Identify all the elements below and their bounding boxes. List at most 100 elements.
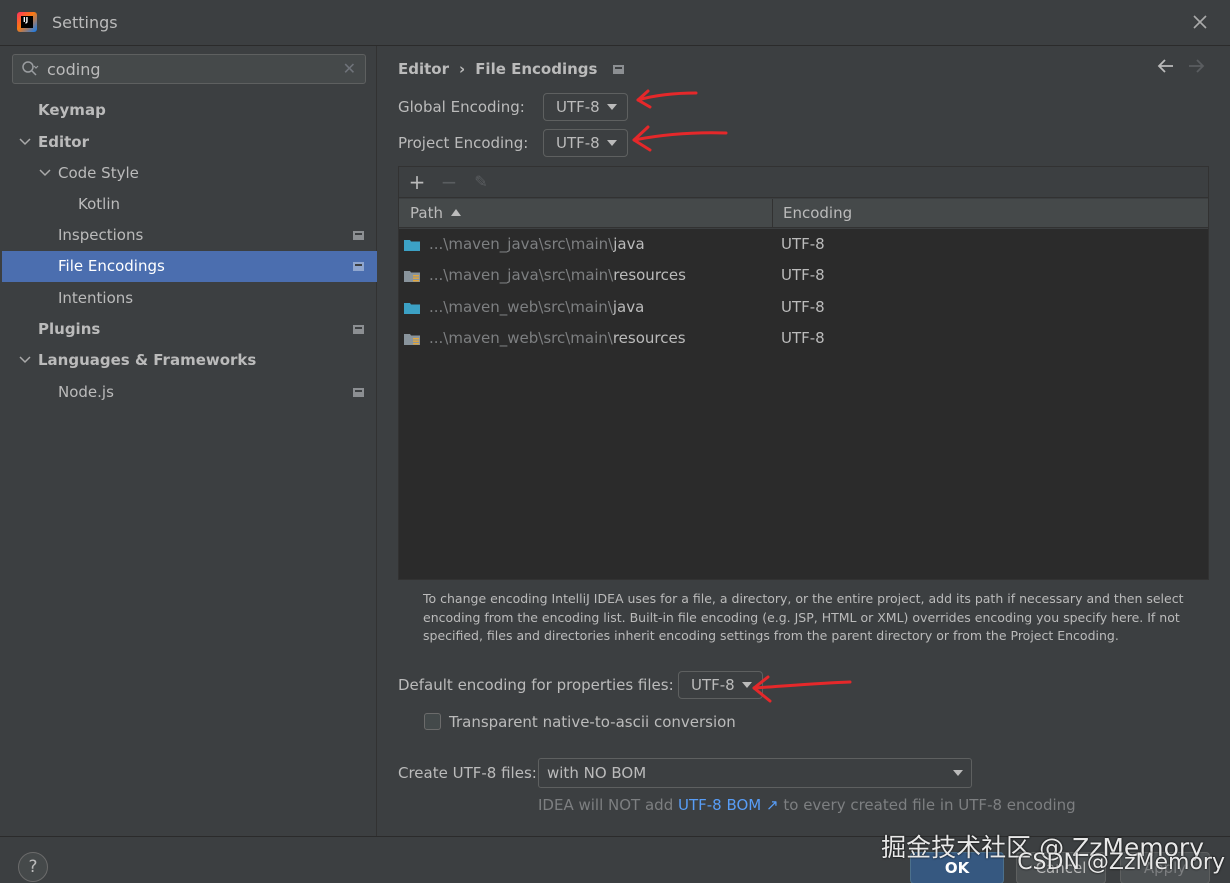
sidebar-item-label: File Encodings	[58, 257, 165, 275]
properties-encoding-label: Default encoding for properties files:	[398, 676, 674, 694]
path-leaf: java	[612, 298, 645, 316]
transparent-ascii-checkbox[interactable]	[424, 713, 441, 730]
project-scope-icon	[353, 231, 364, 240]
path-prefix: ...\maven_java\src\main\	[429, 266, 614, 284]
settings-content: Editor › File Encodings Global Encoding: U…	[378, 46, 1230, 836]
close-button[interactable]	[1188, 10, 1212, 34]
sidebar-item-intentions[interactable]: Intentions	[0, 283, 377, 314]
path-cell: ...\maven_java\src\main\resources	[429, 260, 686, 291]
sidebar-item-inspections[interactable]: Inspections	[0, 220, 377, 251]
encoding-cell[interactable]: UTF-8	[781, 292, 825, 323]
chevron-down-icon[interactable]	[38, 158, 52, 189]
project-scope-icon	[353, 262, 364, 271]
forward-arrow-icon[interactable]	[1186, 56, 1206, 81]
project-scope-icon	[353, 388, 364, 397]
search-icon	[22, 61, 39, 76]
sidebar-item-languages-frameworks[interactable]: Languages & Frameworks	[0, 345, 377, 376]
intellij-logo-icon: IJ	[17, 12, 37, 32]
path-cell: ...\maven_java\src\main\java	[429, 229, 645, 260]
source-folder-icon	[404, 240, 420, 251]
bom-combo[interactable]: with NO BOM	[538, 758, 972, 788]
window-title: Settings	[52, 13, 118, 32]
path-leaf: resources	[612, 329, 686, 347]
edit-path-button[interactable]: ✎	[469, 170, 493, 194]
table-header: Path Encoding	[399, 199, 1208, 228]
resources-folder-icon	[404, 334, 420, 345]
breadcrumb-current: File Encodings	[475, 60, 598, 78]
sidebar-item-code-style[interactable]: Code Style	[0, 158, 377, 189]
path-leaf: java	[613, 235, 645, 253]
table-row[interactable]: ...\maven_web\src\main\java UTF-8	[399, 292, 1208, 323]
encoding-cell[interactable]: UTF-8	[781, 260, 825, 291]
remove-path-button[interactable]: −	[437, 170, 461, 194]
close-icon	[1193, 15, 1207, 29]
chevron-down-icon[interactable]	[18, 127, 32, 158]
bom-value: with NO BOM	[547, 764, 647, 782]
apply-button[interactable]: Apply	[1120, 852, 1210, 883]
chevron-down-icon[interactable]	[18, 345, 32, 376]
settings-sidebar: ✕ Keymap Editor Code Style Kotlin Inspec…	[0, 46, 377, 836]
help-button[interactable]: ?	[18, 852, 48, 882]
path-prefix: ...\maven_web\src\main\	[429, 298, 613, 316]
dropdown-arrow-icon	[742, 682, 752, 688]
annotation-arrow-icon	[636, 89, 698, 109]
table-row[interactable]: ...\maven_web\src\main\resources UTF-8	[399, 323, 1208, 354]
search-box[interactable]: ✕	[12, 54, 366, 84]
create-utf8-label: Create UTF-8 files:	[398, 764, 537, 782]
dropdown-arrow-icon	[607, 140, 617, 146]
ok-button[interactable]: OK	[910, 852, 1004, 883]
global-encoding-label: Global Encoding:	[398, 98, 525, 116]
encoding-cell[interactable]: UTF-8	[781, 323, 825, 354]
table-toolbar: + − ✎	[399, 167, 1208, 198]
back-arrow-icon[interactable]	[1156, 56, 1176, 81]
annotation-arrow-icon	[752, 675, 852, 703]
sidebar-item-kotlin[interactable]: Kotlin	[0, 189, 377, 220]
add-path-button[interactable]: +	[405, 170, 429, 194]
sidebar-item-label: Intentions	[58, 289, 134, 307]
breadcrumb: Editor › File Encodings	[398, 60, 625, 78]
sidebar-item-keymap[interactable]: Keymap	[0, 95, 377, 126]
breadcrumb-parent[interactable]: Editor	[398, 60, 449, 78]
encoding-column-header[interactable]: Encoding	[774, 199, 1208, 228]
search-input[interactable]	[47, 59, 337, 79]
global-encoding-value: UTF-8	[556, 98, 600, 116]
global-encoding-combo[interactable]: UTF-8	[543, 93, 628, 121]
properties-encoding-combo[interactable]: UTF-8	[678, 671, 763, 699]
table-row[interactable]: ...\maven_java\src\main\java UTF-8	[399, 229, 1208, 260]
sidebar-item-label: Inspections	[58, 226, 144, 244]
bom-note-before: IDEA will NOT add	[538, 796, 678, 814]
project-encoding-label: Project Encoding:	[398, 134, 529, 152]
sidebar-item-label: Plugins	[38, 320, 101, 338]
breadcrumb-separator-icon: ›	[459, 60, 466, 78]
bom-note: IDEA will NOT add UTF-8 BOM ↗ to every c…	[538, 796, 1076, 814]
path-cell: ...\maven_web\src\main\java	[429, 292, 644, 323]
project-encoding-value: UTF-8	[556, 134, 600, 152]
project-encoding-combo[interactable]: UTF-8	[543, 129, 628, 157]
transparent-ascii-label[interactable]: Transparent native-to-ascii conversion	[449, 713, 736, 731]
project-scope-icon	[353, 325, 364, 334]
sidebar-item-label: Keymap	[38, 101, 106, 119]
cancel-button[interactable]: Cancel	[1016, 852, 1106, 883]
sidebar-item-plugins[interactable]: Plugins	[0, 314, 377, 345]
encoding-help-text: To change encoding IntelliJ IDEA uses fo…	[423, 591, 1184, 643]
source-folder-icon	[404, 303, 420, 314]
project-scope-icon	[613, 65, 625, 74]
path-leaf: resources	[613, 266, 686, 284]
sidebar-item-file-encodings[interactable]: File Encodings	[2, 251, 377, 282]
resources-folder-icon	[404, 271, 420, 282]
bom-link[interactable]: UTF-8 BOM ↗	[678, 796, 779, 814]
path-column-header[interactable]: Path	[399, 199, 773, 228]
path-column-label: Path	[410, 204, 443, 222]
bom-note-after: to every created file in UTF-8 encoding	[778, 796, 1076, 814]
sidebar-item-label: Code Style	[58, 164, 139, 182]
encoding-cell[interactable]: UTF-8	[781, 229, 825, 260]
dropdown-arrow-icon	[607, 104, 617, 110]
sidebar-item-label: Kotlin	[78, 195, 120, 213]
clear-icon[interactable]: ✕	[343, 59, 356, 78]
table-row[interactable]: ...\maven_java\src\main\resources UTF-8	[399, 260, 1208, 291]
sidebar-item-nodejs[interactable]: Node.js	[0, 377, 377, 408]
annotation-arrow-icon	[632, 125, 728, 152]
sidebar-item-label: Editor	[38, 133, 89, 151]
sidebar-item-label: Node.js	[58, 383, 114, 401]
sidebar-item-editor[interactable]: Editor	[0, 127, 377, 158]
